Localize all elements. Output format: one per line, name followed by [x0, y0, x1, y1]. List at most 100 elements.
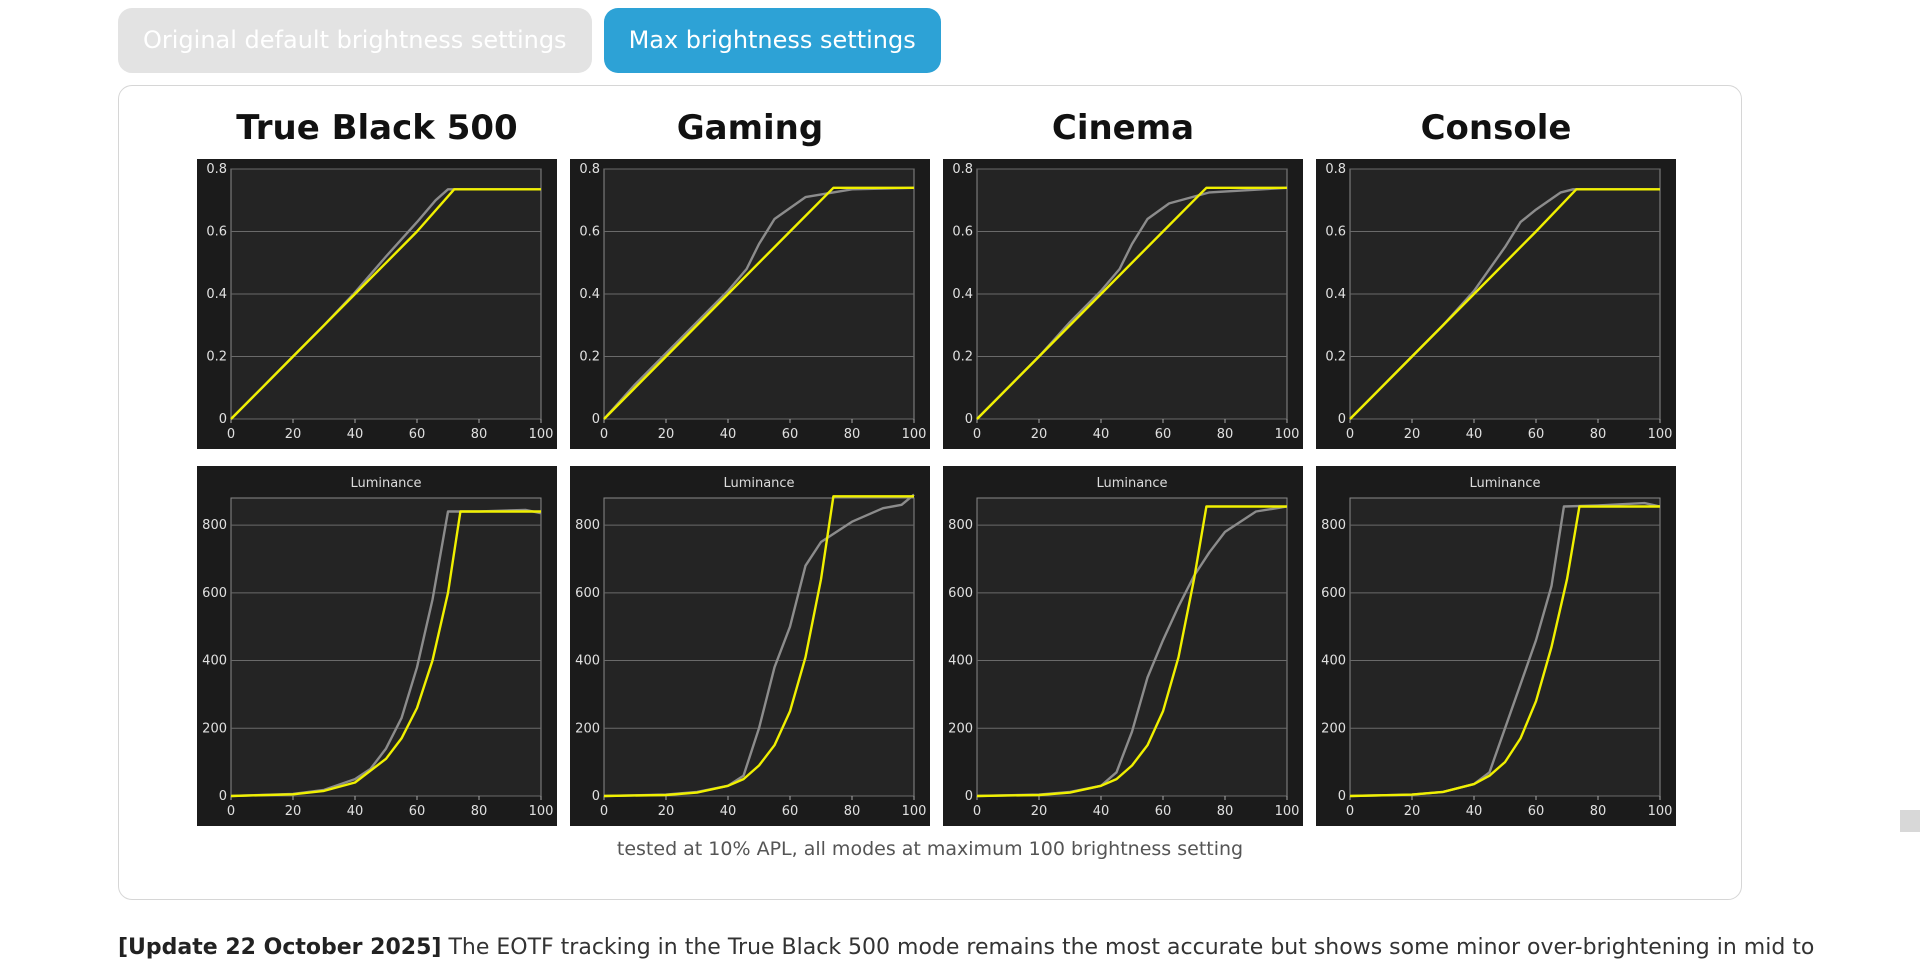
chart-title: Gaming — [676, 108, 824, 148]
x-tick-label: 100 — [1648, 427, 1673, 442]
y-tick-label: 600 — [575, 586, 600, 601]
x-tick-label: 20 — [658, 804, 675, 819]
x-tick-label: 40 — [720, 804, 737, 819]
y-tick-label: 0 — [965, 789, 973, 804]
x-tick-label: 40 — [347, 804, 364, 819]
x-tick-label: 100 — [1648, 804, 1673, 819]
luminance-chart-cinema: Luminance 0 200 400 600 800 0 20 40 60 80 100 — [943, 466, 1303, 826]
x-tick-label: 60 — [1528, 427, 1545, 442]
y-tick-label: 400 — [202, 654, 227, 669]
x-tick-label: 100 — [1275, 804, 1300, 819]
plot-area — [976, 497, 1288, 797]
y-tick-label: 0.8 — [952, 162, 973, 177]
x-tick-label: 80 — [1217, 804, 1234, 819]
y-tick-label: 0.8 — [1325, 162, 1346, 177]
x-tick-label: 60 — [409, 804, 426, 819]
x-tick-label: 0 — [227, 427, 235, 442]
chart-title: Console — [1420, 108, 1572, 148]
chart-title: Luminance — [723, 476, 794, 491]
eotf-chart-gaming: 0 0.2 0.4 0.6 0.8 0 20 40 60 80 100 — [570, 159, 930, 449]
tab-original-default-brightness[interactable]: Original default brightness settings — [118, 8, 592, 73]
eotf-chart-cinema: 0 0.2 0.4 0.6 0.8 0 20 40 60 80 100 — [943, 159, 1303, 449]
x-tick-label: 0 — [1346, 427, 1354, 442]
x-tick-label: 80 — [844, 804, 861, 819]
x-tick-label: 80 — [1590, 804, 1607, 819]
x-tick-label: 40 — [720, 427, 737, 442]
x-tick-label: 60 — [1155, 427, 1172, 442]
x-tick-label: 0 — [600, 427, 608, 442]
y-tick-label: 0.6 — [1325, 225, 1346, 240]
y-tick-label: 200 — [948, 721, 973, 736]
update-body: The EOTF tracking in the True Black 500 … — [441, 935, 1818, 960]
y-tick-label: 200 — [202, 721, 227, 736]
y-tick-label: 200 — [1321, 721, 1346, 736]
y-tick-label: 0.4 — [206, 287, 227, 302]
y-tick-label: 0 — [1338, 789, 1346, 804]
scroll-to-top-handle[interactable] — [1900, 810, 1920, 832]
x-tick-label: 20 — [1404, 427, 1421, 442]
x-tick-label: 0 — [973, 427, 981, 442]
x-tick-label: 0 — [600, 804, 608, 819]
chart-title: True Black 500 — [236, 108, 518, 148]
update-paragraph: [Update 22 October 2025] The EOTF tracki… — [118, 935, 1818, 960]
x-tick-label: 20 — [1404, 804, 1421, 819]
y-tick-label: 400 — [575, 654, 600, 669]
y-tick-label: 0.2 — [206, 350, 227, 365]
y-tick-label: 400 — [948, 654, 973, 669]
x-tick-label: 40 — [1093, 427, 1110, 442]
x-tick-label: 80 — [471, 804, 488, 819]
y-tick-label: 800 — [1321, 518, 1346, 533]
y-tick-label: 0.4 — [579, 287, 600, 302]
chart-title: Cinema — [1051, 108, 1195, 148]
x-tick-label: 100 — [902, 427, 927, 442]
plot-area — [603, 497, 915, 797]
y-tick-label: 800 — [202, 518, 227, 533]
update-date-label: [Update 22 October 2025] — [118, 935, 442, 960]
eotf-chart-true-black-500: 0 0.2 0.4 0.6 0.8 0 20 40 60 80 100 — [197, 159, 557, 449]
y-tick-label: 0 — [965, 412, 973, 427]
plot-area — [230, 497, 542, 797]
x-tick-label: 0 — [1346, 804, 1354, 819]
plot-area — [1349, 497, 1661, 797]
chart-caption: tested at 10% APL, all modes at maximum … — [616, 838, 1244, 860]
y-tick-label: 600 — [1321, 586, 1346, 601]
x-tick-label: 60 — [782, 804, 799, 819]
y-tick-label: 0.6 — [579, 225, 600, 240]
x-tick-label: 20 — [285, 804, 302, 819]
y-tick-label: 0.8 — [206, 162, 227, 177]
x-tick-label: 100 — [529, 804, 554, 819]
y-tick-label: 0.4 — [952, 287, 973, 302]
y-tick-label: 0 — [592, 789, 600, 804]
x-tick-label: 100 — [902, 804, 927, 819]
brightness-tabs: Original default brightness settings Max… — [118, 8, 941, 73]
x-tick-label: 100 — [529, 427, 554, 442]
luminance-chart-true-black-500: Luminance 0 200 400 600 800 0 20 40 60 80 100 — [197, 466, 557, 826]
y-tick-label: 0 — [219, 412, 227, 427]
chart-title: Luminance — [350, 476, 421, 491]
chart-title: Luminance — [1096, 476, 1167, 491]
y-tick-label: 0 — [592, 412, 600, 427]
y-tick-label: 0.8 — [579, 162, 600, 177]
y-tick-label: 0.2 — [1325, 350, 1346, 365]
y-tick-label: 0.6 — [952, 225, 973, 240]
x-tick-label: 0 — [227, 804, 235, 819]
luminance-chart-console: Luminance 0 200 400 600 800 0 20 40 60 80 100 — [1316, 466, 1676, 826]
y-tick-label: 0.6 — [206, 225, 227, 240]
x-tick-label: 80 — [844, 427, 861, 442]
y-tick-label: 0.2 — [952, 350, 973, 365]
x-tick-label: 0 — [973, 804, 981, 819]
x-tick-label: 40 — [1466, 427, 1483, 442]
y-tick-label: 400 — [1321, 654, 1346, 669]
x-tick-label: 60 — [1155, 804, 1172, 819]
x-tick-label: 80 — [1217, 427, 1234, 442]
eotf-chart-console: 0 0.2 0.4 0.6 0.8 0 20 40 60 80 100 — [1316, 159, 1676, 449]
x-tick-label: 60 — [409, 427, 426, 442]
tab-max-brightness[interactable]: Max brightness settings — [603, 8, 941, 73]
x-tick-label: 20 — [285, 427, 302, 442]
chart-card: True Black 500 Gaming Cinema Console 0 0.… — [118, 85, 1742, 900]
x-tick-label: 80 — [471, 427, 488, 442]
y-tick-label: 200 — [575, 721, 600, 736]
x-tick-label: 20 — [658, 427, 675, 442]
y-tick-label: 600 — [202, 586, 227, 601]
x-tick-label: 40 — [1466, 804, 1483, 819]
